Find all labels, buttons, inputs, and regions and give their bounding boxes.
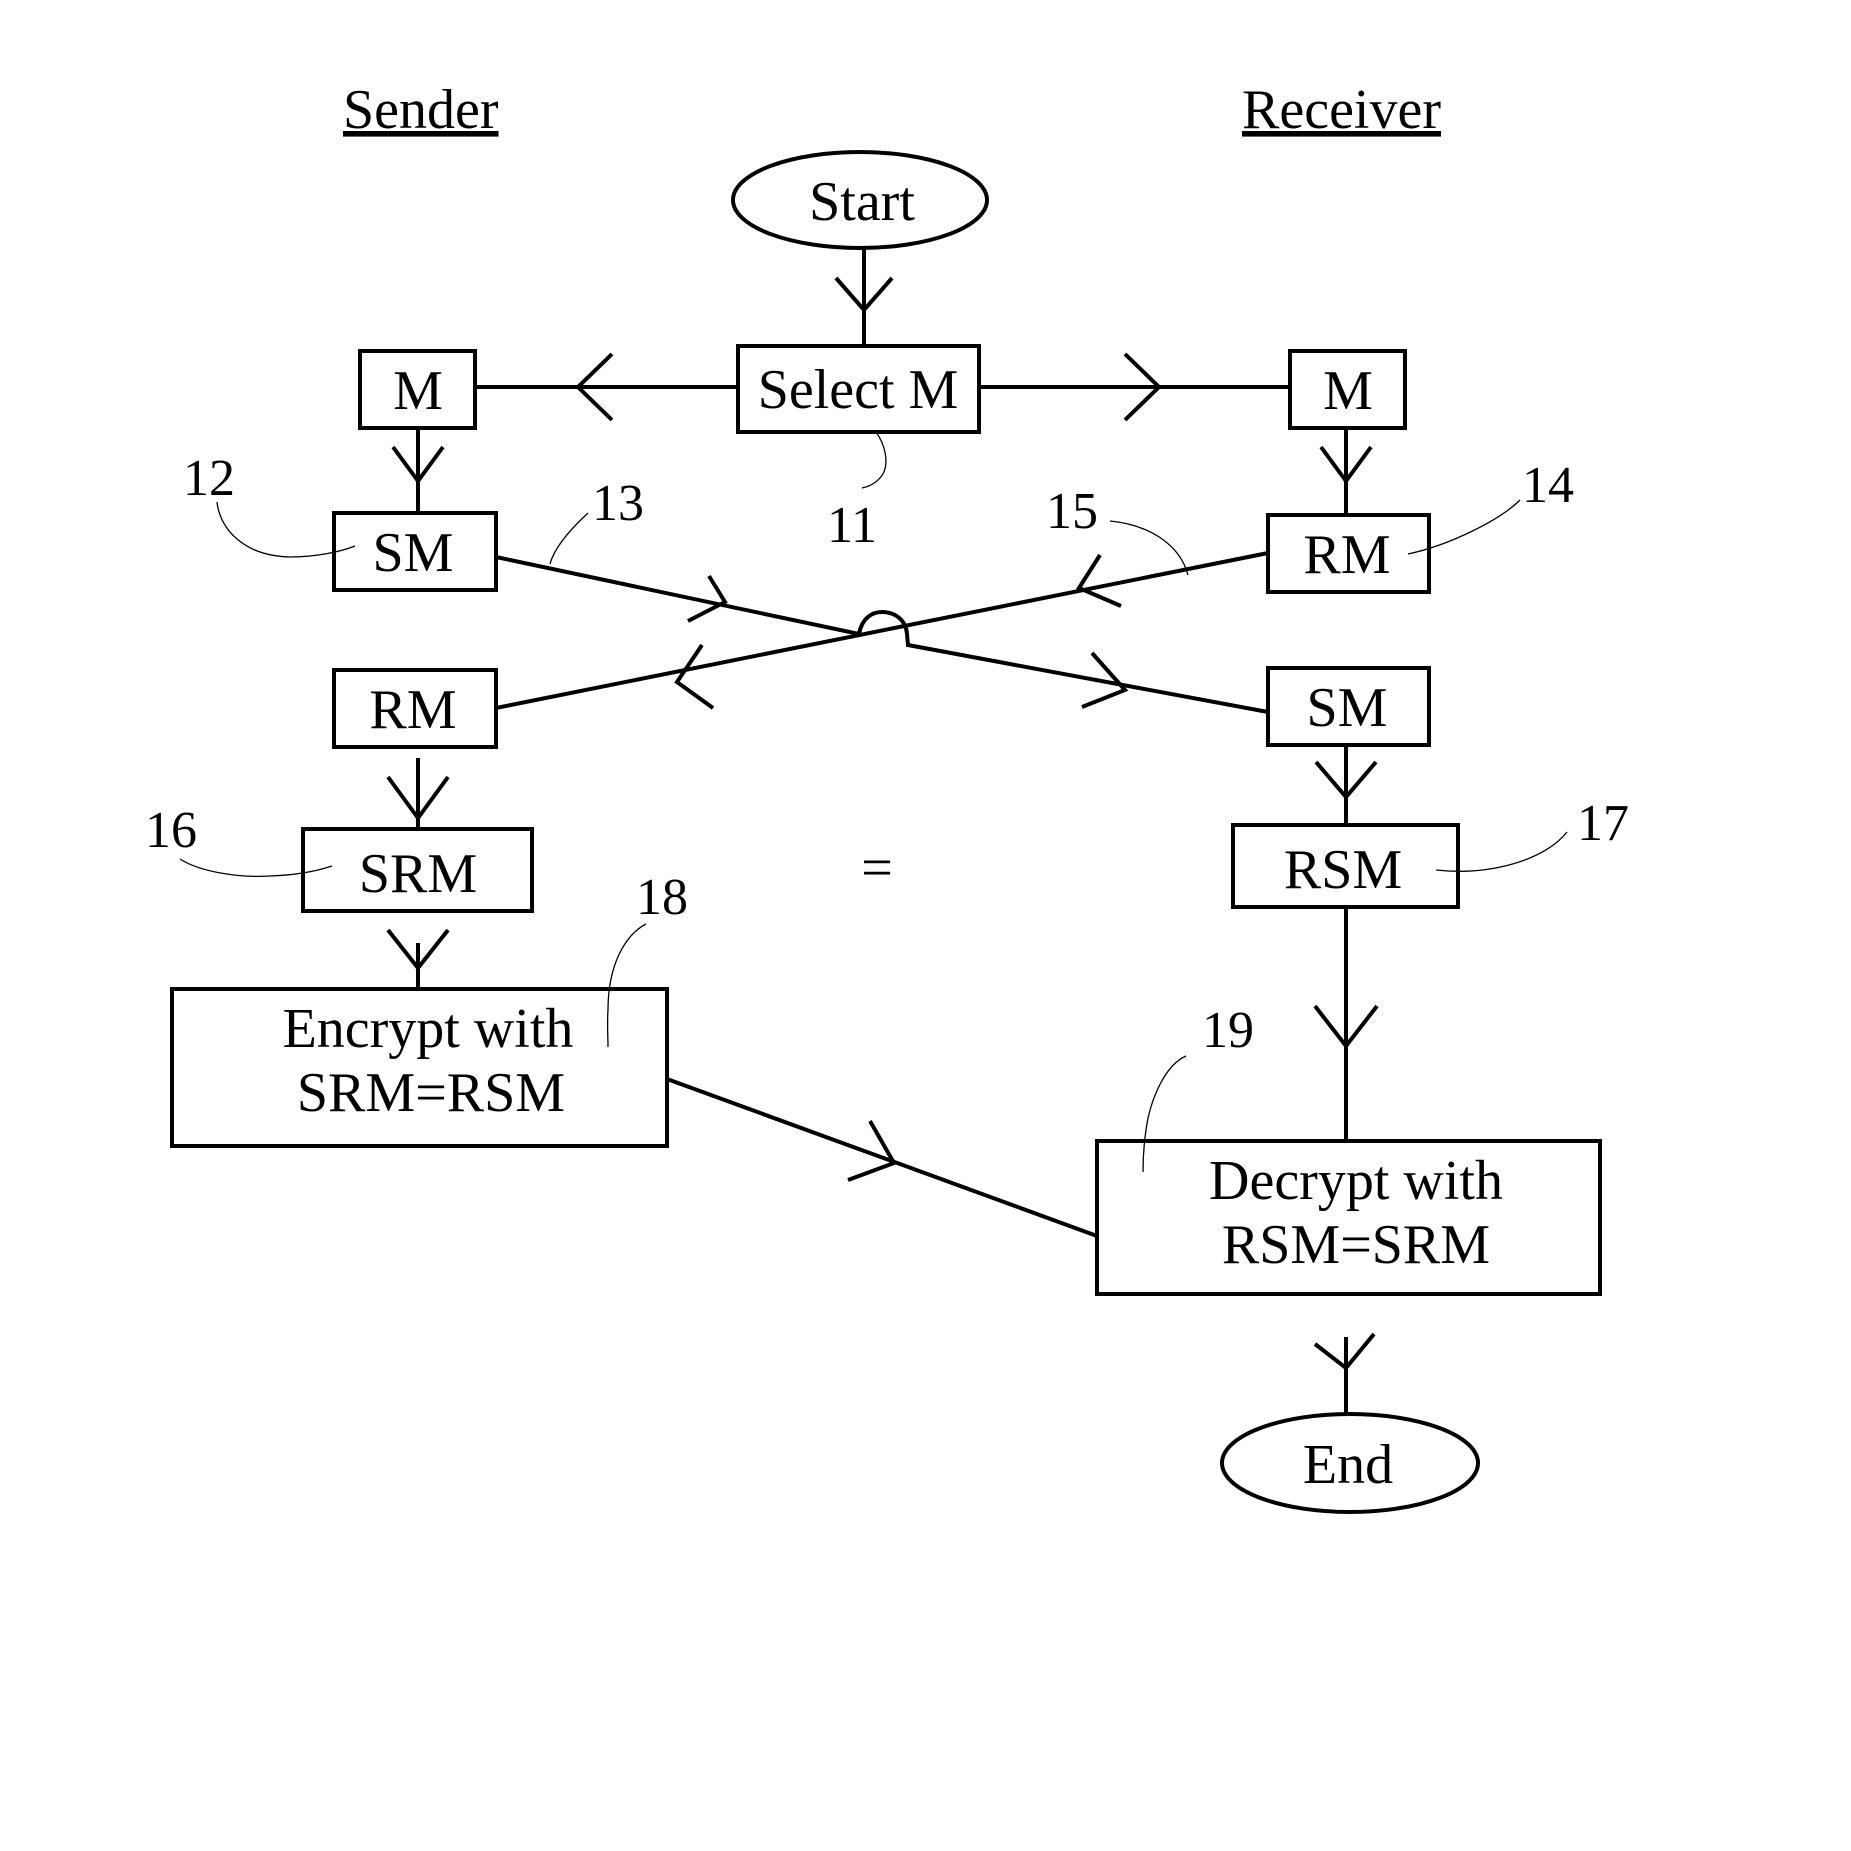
leader-line-11 — [861, 431, 887, 489]
leader-line-15 — [1109, 520, 1189, 576]
node-receiver-rsm: RSM — [1231, 823, 1460, 909]
sender-rm-label: RM — [369, 679, 456, 741]
select-m-label: Select M — [758, 359, 959, 421]
ref-13: 13 — [592, 475, 644, 532]
node-start: Start — [731, 150, 989, 250]
node-end: End — [1220, 1412, 1480, 1514]
arrowhead-right-icon — [847, 1120, 897, 1182]
ref-17: 17 — [1577, 795, 1629, 852]
node-encrypt: Encrypt with SRM=RSM — [170, 987, 669, 1148]
ref-14: 14 — [1522, 457, 1574, 514]
node-select-m: Select M — [736, 344, 981, 434]
lane-header-sender: Sender — [343, 79, 499, 141]
start-label: Start — [809, 171, 915, 233]
lane-header-receiver: Receiver — [1242, 79, 1441, 141]
edge-sm-transfer — [495, 555, 1269, 714]
encrypt-label-line2: SRM=RSM — [297, 1062, 565, 1124]
node-sender-sm: SM — [332, 511, 498, 592]
receiver-rsm-label: RSM — [1284, 839, 1402, 901]
node-decrypt: Decrypt with RSM=SRM — [1095, 1139, 1602, 1296]
node-sender-m: M — [358, 349, 477, 430]
receiver-m-label: M — [1323, 360, 1373, 422]
node-receiver-m: M — [1288, 349, 1407, 430]
ref-18: 18 — [636, 869, 688, 926]
edge-rm-transfer — [495, 551, 1269, 710]
receiver-sm-label: SM — [1307, 677, 1388, 739]
node-sender-rm: RM — [332, 668, 498, 749]
edge-encrypt-decrypt — [666, 1077, 1098, 1238]
encrypt-label-line1: Encrypt with — [283, 998, 574, 1060]
node-receiver-sm: SM — [1266, 666, 1431, 747]
end-label: End — [1303, 1434, 1393, 1496]
decrypt-label-line2: RSM=SRM — [1222, 1214, 1490, 1276]
leader-line-13 — [549, 512, 589, 565]
arrowhead-left-icon — [1076, 553, 1122, 608]
sender-m-label: M — [393, 360, 443, 422]
receiver-rm-label: RM — [1303, 524, 1390, 586]
sender-sm-label: SM — [373, 522, 454, 584]
node-receiver-rm: RM — [1266, 513, 1431, 594]
sender-srm-label: SRM — [359, 843, 477, 905]
decrypt-label-line1: Decrypt with — [1209, 1150, 1503, 1212]
ref-16: 16 — [145, 802, 197, 859]
equality-sign: = — [861, 837, 893, 899]
ref-11: 11 — [827, 497, 877, 554]
arrowhead-left-icon — [674, 643, 715, 710]
ref-15: 15 — [1046, 483, 1098, 540]
ref-12: 12 — [183, 450, 235, 507]
node-sender-srm: SRM — [301, 827, 534, 913]
flowchart-canvas: Sender Receiver Start Select M M M SM RM… — [145, 79, 1629, 1514]
ref-19: 19 — [1202, 1002, 1254, 1059]
